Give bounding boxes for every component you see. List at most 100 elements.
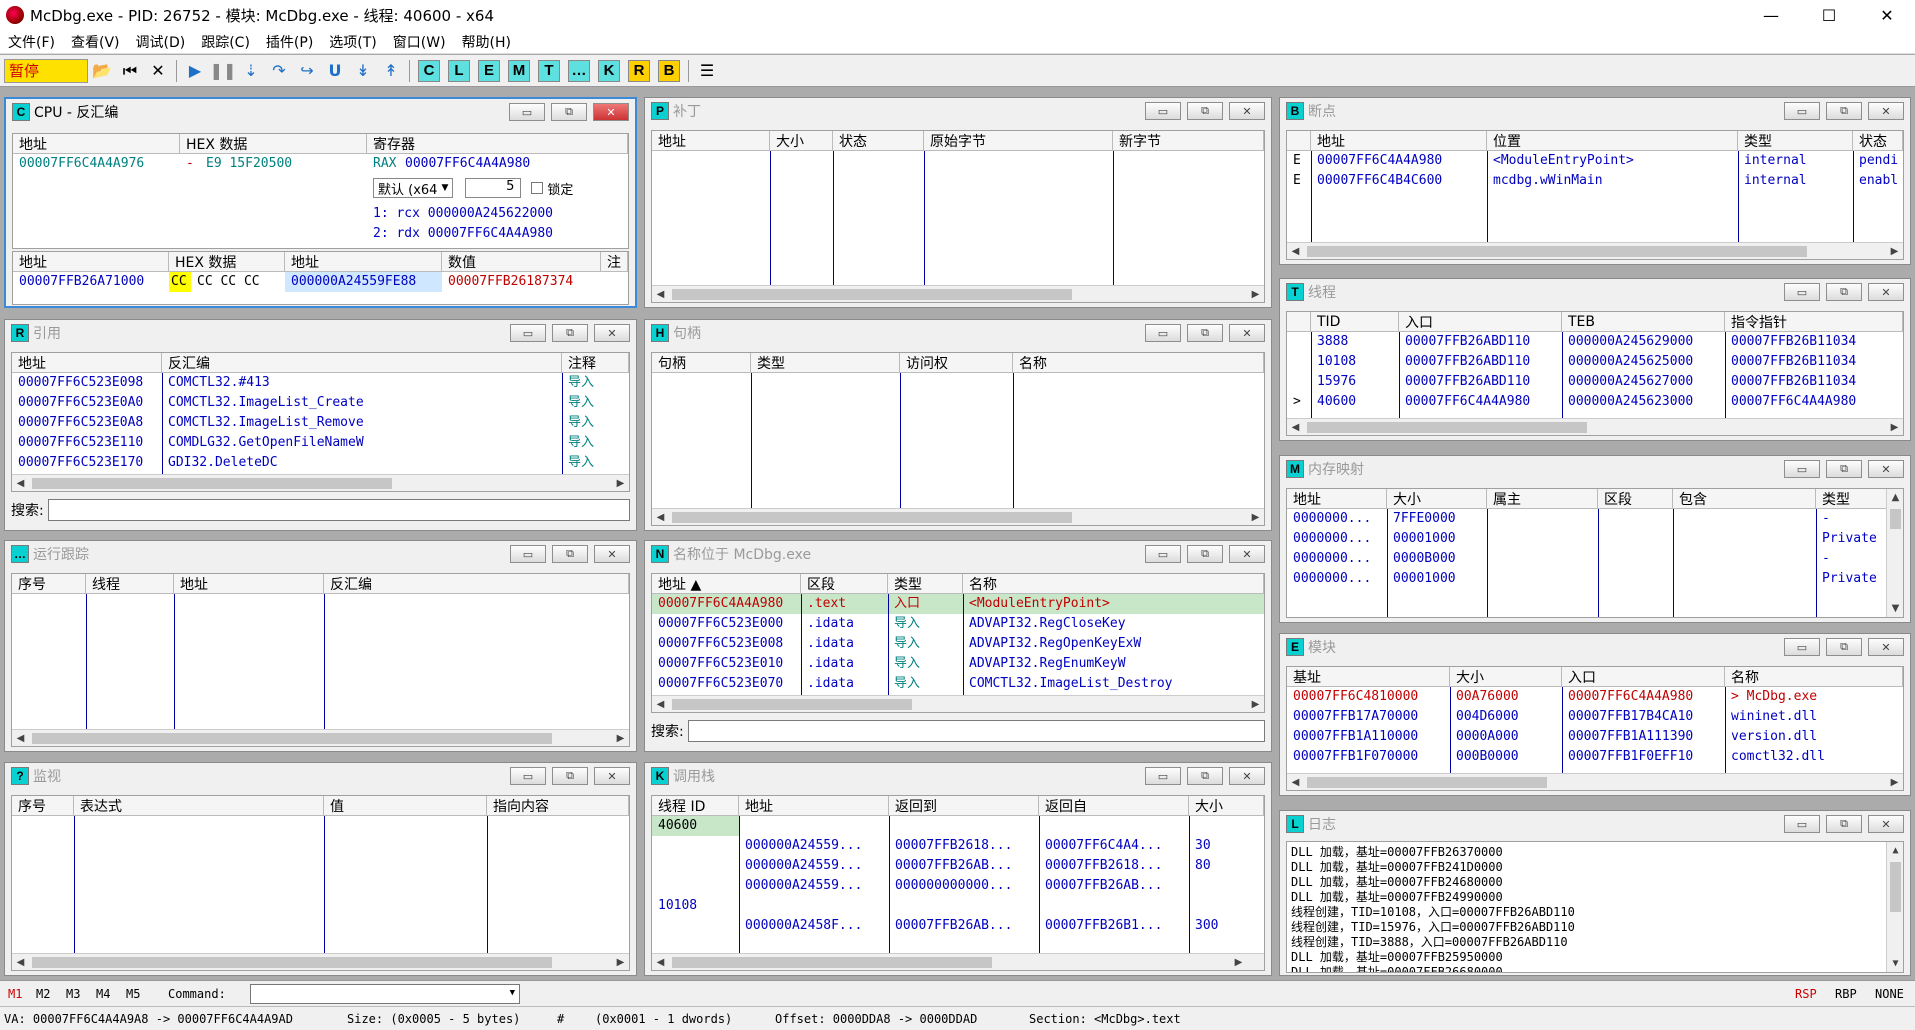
close-panel-button[interactable]: ✕ bbox=[594, 324, 630, 342]
reg-none[interactable]: NONE bbox=[1875, 987, 1915, 1001]
log-text-area[interactable]: DLL 加载，基址=00007FFB26370000 DLL 加载，基址=000… bbox=[1286, 841, 1904, 973]
menu-plugins[interactable]: 插件(P) bbox=[258, 32, 321, 52]
table-row[interactable]: 15976 00007FFB26ABD110 000000A245627000 000… bbox=[1287, 372, 1903, 392]
scroll-up-icon[interactable]: ▲ bbox=[1887, 842, 1903, 859]
col-header[interactable]: 原始字节 bbox=[924, 131, 1113, 150]
col-header[interactable]: 地址 bbox=[739, 796, 889, 815]
horizontal-scrollbar[interactable]: ◀ ▶ bbox=[1287, 773, 1903, 790]
col-header[interactable]: 状态 bbox=[833, 131, 924, 150]
scroll-right-icon[interactable]: ▶ bbox=[612, 954, 629, 970]
restore-panel-button[interactable]: ⧉ bbox=[1826, 815, 1862, 833]
watch-table[interactable]: 序号 表达式 值 指向内容 ◀ ▶ bbox=[11, 795, 630, 971]
tab-m2[interactable]: M2 bbox=[36, 987, 66, 1001]
scroll-thumb[interactable] bbox=[1307, 777, 1547, 788]
col-header[interactable]: 地址 bbox=[12, 353, 162, 372]
table-row[interactable]: 10108 00007FFB26ABD110 000000A245625000 000… bbox=[1287, 352, 1903, 372]
restore-panel-button[interactable]: ⧉ bbox=[1187, 324, 1223, 342]
scroll-left-icon[interactable]: ◀ bbox=[1287, 243, 1304, 259]
menu-help[interactable]: 帮助(H) bbox=[454, 32, 519, 52]
scroll-right-icon[interactable]: ▶ bbox=[612, 475, 629, 491]
col-header[interactable]: 类型 bbox=[1738, 131, 1853, 150]
table-row-selected[interactable]: 00007FF6C4A4A980 .text 入口 <ModuleEntryPoint… bbox=[652, 594, 1264, 614]
table-row[interactable]: 00007FFB1A110000 0000A000 00007FFB1A111390… bbox=[1287, 727, 1903, 747]
modules-window-button[interactable]: E bbox=[478, 59, 500, 82]
minimize-panel-button[interactable]: ▭ bbox=[510, 545, 546, 563]
maximize-button[interactable]: ☐ bbox=[1806, 0, 1852, 30]
close-panel-button[interactable]: ✕ bbox=[1229, 324, 1265, 342]
table-row[interactable]: 000000A24559... 00007FFB26AB... 00007FFB26… bbox=[652, 856, 1264, 876]
stack-arg[interactable]: 1: rcx 000000A245622000 bbox=[373, 204, 553, 224]
call-stack-table[interactable]: 线程 ID 地址 返回到 返回自 大小 40600 000000A24559..… bbox=[651, 795, 1265, 971]
table-row[interactable]: 00007FF6C523E0A8 COMCTL32.ImageList_Remov… bbox=[12, 413, 629, 433]
cpu-window-button[interactable]: C bbox=[418, 59, 440, 82]
horizontal-scrollbar[interactable]: ◀ ▶ bbox=[12, 474, 629, 491]
table-row[interactable]: 10108 bbox=[652, 896, 1264, 916]
disasm-bytes[interactable]: E9 15F20500 bbox=[200, 154, 367, 174]
col-header[interactable]: 指令指针 bbox=[1725, 312, 1903, 331]
col-header[interactable]: 线程 bbox=[86, 574, 174, 593]
close-panel-button[interactable]: ✕ bbox=[594, 767, 630, 785]
command-input[interactable]: ▼ bbox=[250, 983, 520, 1004]
tab-m5[interactable]: M5 bbox=[126, 987, 168, 1001]
col-header[interactable]: 区段 bbox=[1598, 489, 1673, 508]
execute-till-user-icon[interactable]: U bbox=[323, 59, 347, 83]
breakpoints-table[interactable]: 地址 位置 类型 状态 E 00007FF6C4A4A980 <ModuleEntr… bbox=[1286, 130, 1904, 260]
table-row[interactable]: E 00007FF6C4B4C600 mcdbg.wWinMain internal e… bbox=[1287, 171, 1903, 191]
list-icon[interactable]: ☰ bbox=[695, 59, 719, 83]
disasm-area[interactable]: 地址 HEX 数据 寄存器 00007FF6C4A4A976 - E9 15F2… bbox=[12, 133, 629, 249]
vertical-scrollbar[interactable]: ▲ ▼ bbox=[1886, 489, 1903, 617]
chevron-down-icon[interactable]: ▼ bbox=[510, 988, 515, 998]
col-header[interactable]: 大小 bbox=[1450, 667, 1562, 686]
col-header[interactable]: 包含 bbox=[1673, 489, 1816, 508]
col-header[interactable]: TEB bbox=[1562, 312, 1725, 331]
col-header[interactable]: HEX 数据 bbox=[180, 134, 367, 153]
threads-window-button[interactable]: T bbox=[538, 59, 560, 82]
close-panel-button[interactable]: ✕ bbox=[1868, 460, 1904, 478]
scroll-right-icon[interactable]: ▶ bbox=[612, 730, 629, 746]
horizontal-scrollbar[interactable]: ◀ ▶ bbox=[652, 695, 1264, 712]
table-row[interactable]: E 00007FF6C4A4A980 <ModuleEntryPoint> inter… bbox=[1287, 151, 1903, 171]
scroll-down-icon[interactable]: ▼ bbox=[1887, 955, 1903, 972]
col-header[interactable]: 名称 bbox=[963, 574, 1264, 593]
trace-over-icon[interactable]: ↟ bbox=[379, 59, 403, 83]
col-header[interactable]: 地址 bbox=[13, 134, 180, 153]
search-input[interactable] bbox=[687, 720, 1265, 742]
table-row[interactable]: 00007FF6C523E110 COMDLG32.GetOpenFileName… bbox=[12, 433, 629, 453]
menu-trace[interactable]: 跟踪(C) bbox=[193, 32, 258, 52]
col-header[interactable]: 注 bbox=[601, 252, 628, 271]
col-header[interactable]: 数值 bbox=[442, 252, 601, 271]
table-row[interactable]: 00007FF6C523E098 COMCTL32.#413 导入 bbox=[12, 373, 629, 393]
scroll-thumb[interactable] bbox=[1307, 246, 1807, 257]
table-row[interactable]: 00007FFB1F070000 000B0000 00007FFB1F0EFF10… bbox=[1287, 747, 1903, 767]
col-header[interactable]: 新字节 bbox=[1113, 131, 1264, 150]
minimize-panel-button[interactable]: ▭ bbox=[1784, 638, 1820, 656]
restore-panel-button[interactable]: ⧉ bbox=[551, 103, 587, 121]
col-header[interactable]: 名称 bbox=[1725, 667, 1903, 686]
col-header[interactable]: 地址 bbox=[1287, 489, 1387, 508]
col-header[interactable]: 入口 bbox=[1399, 312, 1562, 331]
step-over-icon[interactable]: ↷ bbox=[267, 59, 291, 83]
table-row[interactable]: 0000000... 00001000 Private bbox=[1287, 529, 1903, 549]
close-panel-button[interactable]: ✕ bbox=[1868, 283, 1904, 301]
scroll-right-icon[interactable]: ▶ bbox=[1886, 419, 1903, 435]
arg-count-stepper[interactable]: 5 bbox=[465, 178, 522, 198]
trace-window-button[interactable]: … bbox=[568, 59, 590, 82]
table-row[interactable]: 00007FF6C4810000 00A76000 00007FF6C4A4A980… bbox=[1287, 687, 1903, 707]
log-window-button[interactable]: L bbox=[448, 59, 470, 82]
restore-panel-button[interactable]: ⧉ bbox=[552, 767, 588, 785]
run-icon[interactable]: ▶ bbox=[183, 59, 207, 83]
col-header[interactable]: 地址 bbox=[285, 252, 442, 271]
close-panel-button[interactable]: ✕ bbox=[1229, 545, 1265, 563]
dump-stack-area[interactable]: 地址 HEX 数据 地址 数值 注 00007FFB26A71000 CC CC… bbox=[12, 251, 629, 305]
scroll-left-icon[interactable]: ◀ bbox=[1287, 419, 1304, 435]
stop-icon[interactable]: ✕ bbox=[146, 59, 170, 83]
table-row-current[interactable]: >40600 00007FF6C4A4A980 000000A245623000 00… bbox=[1287, 392, 1903, 412]
col-header[interactable]: 序号 bbox=[12, 796, 74, 815]
vertical-scrollbar[interactable]: ▲ ▼ bbox=[1886, 842, 1903, 972]
memory-window-button[interactable]: M bbox=[508, 59, 530, 82]
minimize-panel-button[interactable]: ▭ bbox=[1784, 460, 1820, 478]
table-row[interactable]: 00007FF6C523E008 .idata 导入 ADVAPI32.RegOpen… bbox=[652, 634, 1264, 654]
minimize-panel-button[interactable]: ▭ bbox=[510, 767, 546, 785]
menu-debug[interactable]: 调试(D) bbox=[128, 32, 194, 52]
scroll-left-icon[interactable]: ◀ bbox=[652, 509, 669, 525]
